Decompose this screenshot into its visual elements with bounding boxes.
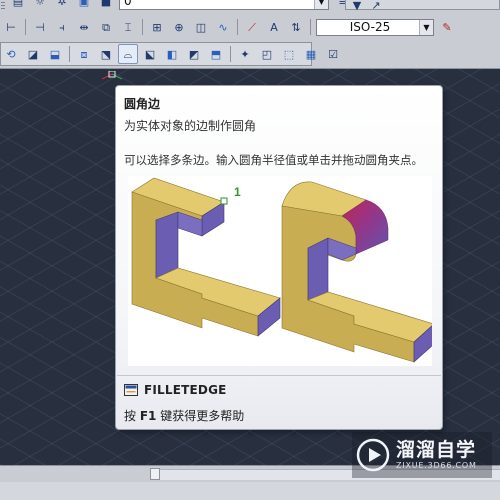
multileader-style-icon[interactable]: ↗: [366, 0, 386, 15]
toolbar-row-2: ⊢ ⊣ ⫞ ⇹ ⧉ ⌶ ⊞ ⊕ ◫ ∿ ⟋ A ⇅ ISO-25 ▼ ✎: [0, 16, 458, 38]
tooltip-description: 为实体对象的边制作圆角: [124, 119, 257, 133]
ucs-crosshair-icon: [102, 71, 122, 80]
watermark-title: 溜溜自学: [396, 439, 477, 461]
layer-color-icon[interactable]: ■: [96, 0, 116, 11]
help-hint: 按 F1 键获得更多帮助: [124, 407, 244, 424]
shell-icon[interactable]: ☑: [323, 44, 343, 64]
command-name: FILLETEDGE: [144, 383, 227, 397]
edge-callout-label: 1: [234, 185, 241, 199]
tolerance-icon[interactable]: ⊞: [147, 17, 167, 37]
dim-update-icon[interactable]: ⇅: [286, 17, 306, 37]
help-prefix: 按: [124, 409, 137, 423]
solid-before-fillet: [131, 177, 281, 337]
help-suffix: 键获得更多帮助: [160, 409, 245, 423]
dim-break-icon[interactable]: ⧉: [96, 17, 116, 37]
command-prompt-icon: [124, 384, 138, 396]
dim-edit-icon[interactable]: ⟋: [242, 17, 262, 37]
fillet-edge-icon[interactable]: ⌓: [118, 44, 138, 64]
color-edges-icon[interactable]: ◰: [257, 44, 277, 64]
fillet-illustration: 1: [128, 176, 435, 366]
layer-lock-icon[interactable]: ▣: [74, 0, 94, 11]
toolbar-grip[interactable]: [1, 0, 5, 9]
imprint-icon[interactable]: ✦: [235, 44, 255, 64]
center-mark-icon[interactable]: ⊕: [169, 17, 189, 37]
dim-text-edit-icon[interactable]: A: [264, 17, 284, 37]
watermark: 溜溜自学 ZIXUE.3D66.COM: [352, 432, 492, 478]
dim-style-manager-icon[interactable]: ✎: [437, 17, 457, 37]
layer-combo[interactable]: 0 ▼: [119, 0, 329, 10]
toolbar-row-3: ⟲ ◪ ⬓ ⧈ ⬔ ⌓ ⬕ ◧ ◩ ⬒ ✦ ◰ ⬚ ▦ ☑: [0, 43, 344, 65]
dim-continue-icon[interactable]: ⊣: [30, 17, 50, 37]
toolbar-row-1: ▤ ☼ ✲ ▣ ■ 0 ▼ ≡: [0, 0, 354, 12]
layer-combo-value: 0: [124, 0, 132, 8]
tooltip-divider: [117, 375, 441, 376]
style-chevron-icon[interactable]: ▼: [347, 0, 367, 15]
offset-faces-icon[interactable]: ◧: [162, 44, 182, 64]
layer-lightbulb-icon[interactable]: ☼: [30, 0, 50, 11]
help-key: F1: [139, 409, 157, 423]
tooltip-title: 圆角边: [124, 97, 161, 111]
layer-state-icon[interactable]: ▤: [8, 0, 28, 11]
inspect-icon[interactable]: ◫: [191, 17, 211, 37]
chevron-down-icon[interactable]: ▼: [314, 0, 328, 9]
play-logo-icon: [356, 438, 390, 472]
dim-linear-icon[interactable]: ⫞: [52, 17, 72, 37]
dim-style-combo[interactable]: ISO-25 ▼: [316, 18, 434, 36]
layer-freeze-icon[interactable]: ✲: [52, 0, 72, 11]
solid-after-fillet: [281, 181, 435, 363]
dim-baseline-icon[interactable]: ⊢: [1, 17, 21, 37]
subtract-icon[interactable]: ◪: [23, 44, 43, 64]
jogged-linear-icon[interactable]: ∿: [213, 17, 233, 37]
separate-icon[interactable]: ▦: [301, 44, 321, 64]
chamfer-edge-icon[interactable]: ⬕: [140, 44, 160, 64]
command-tooltip: 圆角边 为实体对象的边制作圆角 可以选择多条边。输入圆角半径值或单击并拖动圆角夹…: [115, 85, 443, 430]
intersect-icon[interactable]: ⬓: [45, 44, 65, 64]
tooltip-command-row: FILLETEDGE: [124, 383, 227, 397]
watermark-subtitle: ZIXUE.3D66.COM: [396, 461, 477, 470]
dim-space-icon[interactable]: ⇹: [74, 17, 94, 37]
copy-edges-icon[interactable]: ⬚: [279, 44, 299, 64]
toolbar-area: ▤ ☼ ✲ ▣ ■ 0 ▼ ≡ ▼ ↗ ⊢ ⊣ ⫞ ⇹ ⧉ ⌶ ⊞ ⊕ ◫ ∿ …: [0, 0, 500, 69]
dim-ordinate-icon[interactable]: ⌶: [118, 17, 138, 37]
rotate-faces-icon[interactable]: ⬒: [206, 44, 226, 64]
chevron-down-icon[interactable]: ▼: [419, 19, 433, 35]
union-icon[interactable]: ⟲: [1, 44, 21, 64]
delete-faces-icon[interactable]: ◩: [184, 44, 204, 64]
scrollbar-thumb[interactable]: [150, 468, 160, 480]
command-line-area[interactable]: [0, 482, 500, 500]
tooltip-detail: 可以选择多条边。输入圆角半径值或单击并拖动圆角夹点。: [124, 153, 423, 167]
dim-style-value: ISO-25: [349, 20, 391, 34]
extrude-faces-icon[interactable]: ⧈: [74, 44, 94, 64]
move-faces-icon[interactable]: ⬔: [96, 44, 116, 64]
